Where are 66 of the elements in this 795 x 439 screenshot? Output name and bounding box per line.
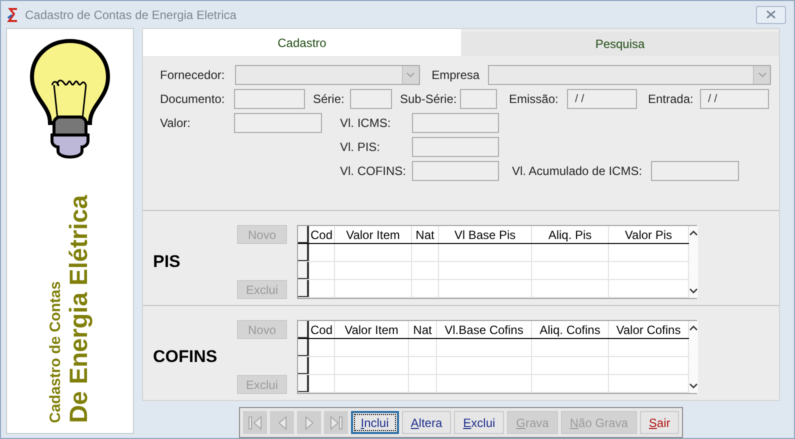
field-label: Vl. COFINS: [340,164,408,178]
input-field[interactable]: / / [700,89,769,109]
row-indicator-cell [298,357,309,374]
field-label: Empresa [432,68,481,82]
action-button[interactable]: Sair [640,411,680,434]
column-header: Valor Item [335,226,412,243]
input-field[interactable] [350,89,392,109]
field-label: Sub-Série: [400,92,458,106]
field-label: Série: [313,92,346,106]
input-field[interactable] [460,89,497,109]
column-header: Vl.Base Cofins [437,321,532,338]
scrollbar[interactable] [689,321,698,393]
scroll-down-icon[interactable] [689,383,698,389]
row-indicator-cell [298,244,309,261]
field-label: Valor: [160,116,192,130]
column-header: Aliq. Cofins [532,321,609,338]
light-bulb-icon [28,37,112,159]
tab[interactable]: Pesquisa [461,32,779,56]
row-indicator-cell [298,321,309,338]
window-title: Cadastro de Contas de Energia Eletrica [25,8,238,22]
field-label: Vl. Acumulado de ICMS: [512,164,644,178]
data-grid[interactable]: Cod Valor Item Nat Vl.Base Cofins Aliq. Cofins Valor Cofins [297,320,697,394]
scroll-up-icon[interactable] [689,230,698,236]
scrollbar[interactable] [689,226,698,298]
action-button[interactable]: Inclui [350,411,399,434]
app-logo-icon [7,8,19,22]
tab[interactable]: Cadastro [143,29,461,56]
field-label: Emissão: [509,92,560,106]
column-header: Aliq. Pis [532,226,609,243]
field-label: Documento: [160,92,226,106]
input-field[interactable] [234,113,322,133]
combo-box[interactable] [234,65,420,85]
input-field[interactable] [412,113,499,133]
close-button[interactable] [756,6,786,24]
column-header: Cod [309,226,335,243]
row-indicator-cell [298,339,309,356]
field-label: Fornecedor: [160,68,226,82]
row-indicator-cell [298,375,309,392]
field-label: Vl. PIS: [340,140,382,154]
column-header: Cod [309,321,335,338]
field-label: Entrada: [648,92,694,106]
row-indicator-cell [298,226,309,243]
field-label: Vl. ICMS: [340,116,392,130]
banner-title: De Energia Elétrica [65,194,93,423]
input-field[interactable] [234,89,305,109]
data-grid[interactable]: Cod Valor Item Nat Vl Base Pis Aliq. Pis Valor Pis [297,225,697,299]
column-header: Nat [412,226,439,243]
column-header: Valor Item [335,321,409,338]
input-field[interactable] [412,137,499,157]
banner-subtitle: Cadastro de Contas [47,280,65,423]
input-field[interactable] [412,161,499,181]
close-icon [766,10,776,19]
input-field[interactable] [651,161,739,181]
row-indicator-cell [298,280,309,297]
column-header: Vl Base Pis [439,226,532,243]
action-button[interactable]: Exclui [454,411,504,434]
column-header: Nat [409,321,437,338]
first-record-icon [246,414,264,432]
row-indicator-cell [298,262,309,279]
section-title: PIS [153,251,182,272]
scroll-down-icon[interactable] [689,288,698,294]
action-button[interactable]: Altera [402,411,452,434]
section-title: COFINS [153,346,218,367]
input-field[interactable]: / / [567,89,637,109]
scroll-up-icon[interactable] [689,325,698,331]
combo-box[interactable] [488,65,771,85]
